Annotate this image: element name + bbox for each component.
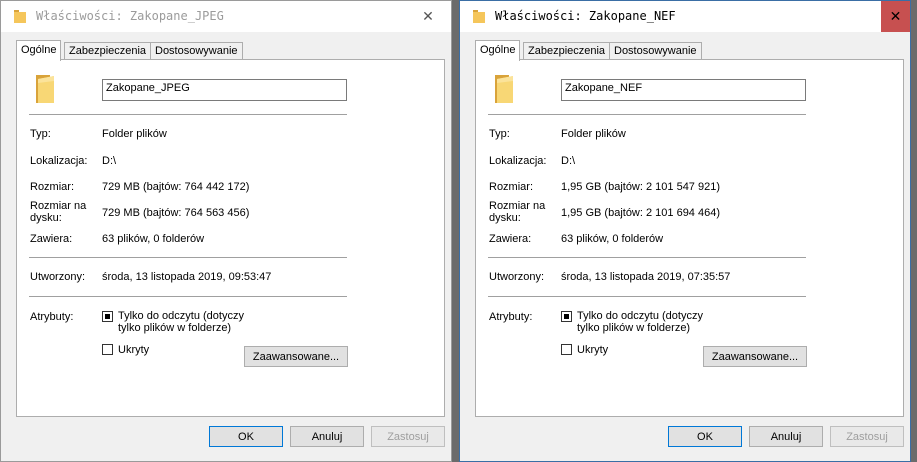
tab-customize[interactable]: Dostosowywanie <box>609 42 702 59</box>
checkbox-indeterminate-icon <box>564 314 569 319</box>
folder-name-field[interactable]: Zakopane_JPEG <box>102 79 347 101</box>
readonly-label-line1: Tylko do odczytu (dotyczy <box>118 310 244 322</box>
readonly-checkbox[interactable] <box>102 311 113 322</box>
location-label: Lokalizacja: <box>30 155 88 167</box>
title-bar[interactable]: Właściwości: Zakopane_NEF ✕ <box>460 1 910 32</box>
window-title: Właściwości: Zakopane_JPEG <box>36 9 224 23</box>
title-bar[interactable]: Właściwości: Zakopane_JPEG ✕ <box>1 1 451 32</box>
tab-customize[interactable]: Dostosowywanie <box>150 42 243 59</box>
folder-name-field[interactable]: Zakopane_NEF <box>561 79 806 101</box>
folder-icon <box>495 75 513 103</box>
hidden-label: Ukryty <box>118 344 150 356</box>
advanced-button[interactable]: Zaawansowane... <box>703 346 807 367</box>
type-value: Folder plików <box>561 128 626 140</box>
readonly-checkbox[interactable] <box>561 311 572 322</box>
size-on-disk-label: Rozmiar na dysku: <box>489 200 545 224</box>
size-on-disk-label-line1: Rozmiar na <box>30 200 87 212</box>
contains-label: Zawiera: <box>489 233 532 245</box>
close-icon: ✕ <box>889 8 902 25</box>
apply-button[interactable]: Zastosuj <box>371 426 445 447</box>
size-label: Rozmiar: <box>489 181 534 193</box>
size-value: 729 MB (bajtów: 764 442 172) <box>102 181 250 193</box>
separator <box>29 114 347 115</box>
separator <box>29 257 347 258</box>
general-panel: Zakopane_NEF Typ: Folder plików Lokaliza… <box>475 59 904 417</box>
close-button[interactable]: ✕ <box>405 1 451 32</box>
separator <box>488 257 806 258</box>
folder-icon <box>36 75 54 103</box>
size-on-disk-value: 729 MB (bajtów: 764 563 456) <box>102 207 250 219</box>
size-on-disk-label-line2: dysku: <box>489 212 521 224</box>
contains-value: 63 plików, 0 folderów <box>561 233 664 245</box>
size-on-disk-label: Rozmiar na dysku: <box>30 200 86 224</box>
size-value: 1,95 GB (bajtów: 2 101 547 921) <box>561 181 720 193</box>
type-value: Folder plików <box>102 128 167 140</box>
close-icon: ✕ <box>422 8 434 25</box>
folder-icon <box>473 10 485 23</box>
close-button[interactable]: ✕ <box>881 1 910 32</box>
tab-general[interactable]: Ogólne <box>475 40 521 61</box>
tab-general[interactable]: Ogólne <box>16 40 62 61</box>
checkbox-indeterminate-icon <box>105 314 110 319</box>
general-panel: Zakopane_JPEG Typ: Folder plików Lokaliz… <box>16 59 445 417</box>
attributes-label: Atrybuty: <box>30 311 74 323</box>
tab-security[interactable]: Zabezpieczenia <box>523 42 611 59</box>
readonly-label-line1: Tylko do odczytu (dotyczy <box>577 310 703 322</box>
readonly-label-line2: tylko plików w folderze) <box>118 322 232 334</box>
type-label: Typ: <box>30 128 51 140</box>
properties-dialog-nef: Właściwości: Zakopane_NEF ✕ Ogólne Zabez… <box>459 0 911 462</box>
window-title: Właściwości: Zakopane_NEF <box>495 9 676 23</box>
size-on-disk-label-line2: dysku: <box>30 212 62 224</box>
created-value: środa, 13 listopada 2019, 09:53:47 <box>102 271 272 283</box>
size-on-disk-value: 1,95 GB (bajtów: 2 101 694 464) <box>561 207 720 219</box>
cancel-button[interactable]: Anuluj <box>749 426 823 447</box>
folder-icon <box>14 10 26 23</box>
location-value: D:\ <box>102 155 117 167</box>
apply-button[interactable]: Zastosuj <box>830 426 904 447</box>
separator <box>488 114 806 115</box>
hidden-label: Ukryty <box>577 344 609 356</box>
size-on-disk-label-line1: Rozmiar na <box>489 200 546 212</box>
created-label: Utworzony: <box>489 271 545 283</box>
readonly-label: Tylko do odczytu (dotyczy tylko plików w… <box>118 310 244 334</box>
contains-label: Zawiera: <box>30 233 73 245</box>
readonly-label: Tylko do odczytu (dotyczy tylko plików w… <box>577 310 703 334</box>
advanced-button[interactable]: Zaawansowane... <box>244 346 348 367</box>
attributes-label: Atrybuty: <box>489 311 533 323</box>
location-value: D:\ <box>561 155 576 167</box>
separator <box>488 296 806 297</box>
readonly-label-line2: tylko plików w folderze) <box>577 322 691 334</box>
ok-button[interactable]: OK <box>209 426 283 447</box>
size-label: Rozmiar: <box>30 181 75 193</box>
created-value: środa, 13 listopada 2019, 07:35:57 <box>561 271 731 283</box>
cancel-button[interactable]: Anuluj <box>290 426 364 447</box>
location-label: Lokalizacja: <box>489 155 547 167</box>
separator <box>29 296 347 297</box>
contains-value: 63 plików, 0 folderów <box>102 233 205 245</box>
properties-dialog-jpeg: Właściwości: Zakopane_JPEG ✕ Ogólne Zabe… <box>0 0 452 462</box>
hidden-checkbox[interactable] <box>102 344 113 355</box>
ok-button[interactable]: OK <box>668 426 742 447</box>
created-label: Utworzony: <box>30 271 86 283</box>
hidden-checkbox[interactable] <box>561 344 572 355</box>
tab-security[interactable]: Zabezpieczenia <box>64 42 152 59</box>
type-label: Typ: <box>489 128 510 140</box>
